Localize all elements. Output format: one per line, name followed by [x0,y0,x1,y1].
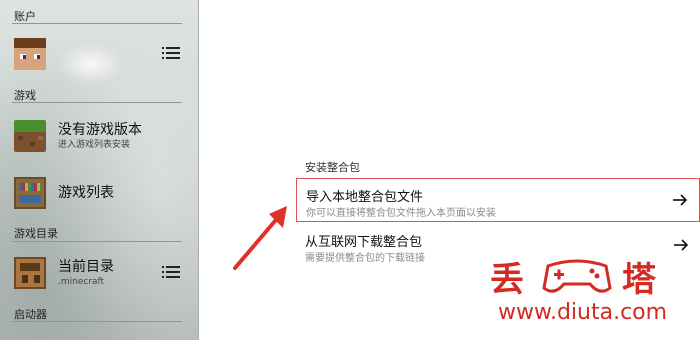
bookshelf-icon [14,177,46,209]
item-title: 游戏列表 [58,185,114,201]
gamepad-icon [542,259,612,293]
section-install-modpack: 安装整合包 [305,161,360,174]
section-divider [12,23,182,24]
section-account: 账户 [14,10,36,23]
item-title: 当前目录 [58,259,114,275]
avatar [14,38,46,70]
sidebar-item-game-version[interactable]: 没有游戏版本 进入游戏列表安装 [14,114,190,158]
account-name-blurred [60,44,122,84]
section-divider [12,321,182,322]
section-game: 游戏 [14,89,36,102]
crafting-table-icon [14,257,46,289]
watermark-char: 塔 [622,260,656,300]
option-subtitle: 你可以直接将整合包文件拖入本页面以安装 [306,208,496,219]
section-divider [12,102,182,103]
sidebar-item-game-list[interactable]: 游戏列表 [14,171,190,215]
section-game-dir: 游戏目录 [14,227,58,240]
item-title: 没有游戏版本 [58,122,142,138]
watermark-logo: 丢 塔 www.diuta.com [490,252,690,332]
section-launcher: 启动器 [14,308,47,321]
sidebar-item-current-dir[interactable]: 当前目录 .minecraft [14,251,190,295]
import-local-modpack-option[interactable]: 导入本地整合包文件 你可以直接将整合包文件拖入本页面以安装 [296,178,700,222]
menu-icon[interactable] [162,264,180,280]
item-subtitle: .minecraft [58,277,105,287]
annotation-arrow-icon [233,206,287,270]
section-divider [12,241,182,242]
item-subtitle: 进入游戏列表安装 [58,140,131,150]
menu-icon[interactable] [162,45,180,61]
option-title: 导入本地整合包文件 [306,190,424,205]
option-subtitle: 需要提供整合包的下载链接 [305,253,425,264]
arrow-right-icon [673,194,688,206]
watermark-char: 丢 [490,260,524,300]
watermark-url: www.diuta.com [498,300,668,325]
sidebar: 账户 游戏 没有游戏版本 进入游戏列表安装 游戏列表 游戏目录 当前目录 .mi… [0,0,199,340]
grass-block-icon [14,120,46,152]
option-title: 从互联网下载整合包 [305,235,423,250]
